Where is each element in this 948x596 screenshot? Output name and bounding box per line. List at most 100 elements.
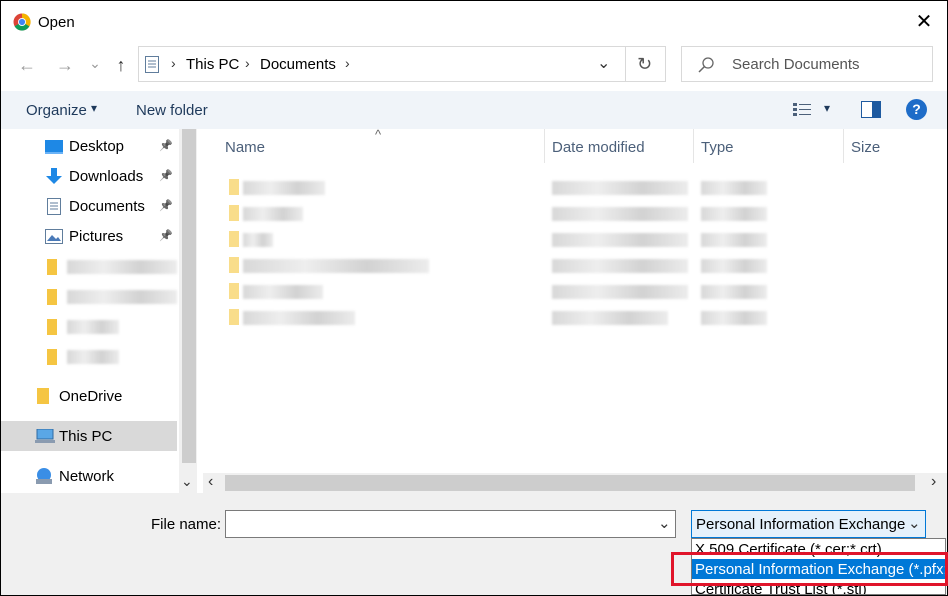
pin-icon[interactable]: 📌 [159, 199, 173, 212]
forward-arrow-icon[interactable]: → [53, 53, 77, 77]
folder-icon [229, 205, 239, 221]
redacted-name [243, 311, 355, 325]
pin-icon[interactable]: 📌 [159, 229, 173, 242]
open-dialog: Open ✕ ← → ⌄ ↑ › This PC › Documents › ⌄… [0, 0, 948, 596]
folder-icon [47, 319, 57, 335]
back-arrow-icon[interactable]: ← [15, 53, 39, 77]
scroll-down-icon[interactable]: ⌄ [181, 473, 193, 490]
document-location-icon [145, 56, 159, 73]
highlight-annotation-box [671, 552, 948, 586]
folder-icon [47, 259, 57, 275]
redacted-date [552, 181, 688, 195]
sidebar-item-label: Network [59, 468, 115, 485]
view-options-icon[interactable] [793, 102, 813, 118]
list-item[interactable] [227, 229, 787, 251]
preview-pane-icon[interactable] [861, 101, 881, 118]
sidebar-item-blurred[interactable] [1, 341, 177, 371]
redacted-label [67, 320, 119, 334]
sidebar-scrollbar-thumb[interactable] [182, 129, 196, 463]
redacted-date [552, 233, 688, 247]
redacted-name [243, 207, 303, 221]
list-item[interactable] [227, 307, 787, 329]
chrome-icon [13, 13, 31, 31]
file-name-label: File name: [151, 516, 222, 533]
sidebar-item-label: Documents [69, 198, 145, 215]
sidebar-item-blurred[interactable] [1, 311, 177, 341]
organize-dropdown-icon[interactable]: ▾ [91, 101, 97, 115]
network-icon [36, 468, 52, 484]
view-dropdown-icon[interactable]: ▾ [824, 101, 830, 115]
column-divider[interactable] [693, 129, 694, 163]
sort-ascending-icon: ^ [375, 127, 382, 142]
redacted-date [552, 207, 688, 221]
column-header-type[interactable]: Type [701, 139, 734, 156]
redacted-name [243, 181, 325, 195]
folder-icon [47, 289, 57, 305]
file-type-selected: Personal Information Exchange [696, 516, 906, 533]
redacted-type [701, 181, 767, 195]
list-item[interactable] [227, 177, 787, 199]
redacted-date [552, 311, 668, 325]
scroll-right-icon[interactable]: › [931, 473, 936, 491]
list-item[interactable] [227, 281, 787, 303]
folder-icon [229, 179, 239, 195]
redacted-type [701, 207, 767, 221]
help-icon[interactable]: ? [906, 99, 927, 120]
sidebar-item-label: Downloads [69, 168, 144, 185]
sidebar-item-onedrive[interactable]: OneDrive [1, 381, 177, 411]
file-type-dropdown-icon[interactable]: ⌄ [908, 514, 921, 532]
search-box[interactable]: Search Documents [681, 46, 933, 82]
sidebar-item-downloads[interactable]: Downloads 📌 [1, 161, 177, 191]
sidebar-item-documents[interactable]: Documents 📌 [1, 191, 177, 221]
column-divider[interactable] [843, 129, 844, 163]
organize-button[interactable]: Organize [26, 102, 87, 119]
folder-icon [229, 231, 239, 247]
file-name-dropdown-icon[interactable]: ⌄ [658, 514, 671, 532]
redacted-type [701, 311, 767, 325]
new-folder-button[interactable]: New folder [136, 102, 208, 119]
sidebar-item-label: Pictures [69, 228, 124, 245]
breadcrumb-separator[interactable]: › [345, 55, 350, 71]
redacted-type [701, 285, 767, 299]
sidebar-item-this-pc[interactable]: This PC [1, 421, 177, 451]
sidebar-item-label: OneDrive [59, 388, 123, 405]
sidebar-item-label: Desktop [69, 138, 125, 155]
file-name-input[interactable]: ⌄ [225, 510, 676, 538]
search-placeholder: Search Documents [732, 56, 860, 73]
breadcrumb-this-pc[interactable]: This PC [186, 56, 239, 73]
address-bar[interactable]: › This PC › Documents › ⌄ [138, 46, 626, 82]
breadcrumb-separator[interactable]: › [245, 55, 250, 71]
breadcrumb-documents[interactable]: Documents [260, 56, 336, 73]
list-item[interactable] [227, 203, 787, 225]
search-icon [698, 57, 714, 73]
redacted-date [552, 285, 688, 299]
address-dropdown-chevron-icon[interactable]: ⌄ [597, 53, 610, 73]
sidebar-item-blurred[interactable] [1, 281, 177, 311]
redacted-label [67, 350, 119, 364]
refresh-button[interactable]: ↻ [626, 46, 666, 82]
desktop-icon [45, 140, 63, 154]
column-header-name[interactable]: Name [225, 139, 265, 156]
redacted-name [243, 233, 273, 247]
breadcrumb-separator[interactable]: › [171, 55, 176, 71]
sidebar-item-pictures[interactable]: Pictures 📌 [1, 221, 177, 251]
sidebar-item-network[interactable]: Network [1, 461, 177, 491]
close-icon[interactable]: ✕ [913, 11, 935, 33]
up-arrow-icon[interactable]: ↑ [109, 53, 133, 77]
column-header-date-modified[interactable]: Date modified [552, 139, 645, 156]
horizontal-scrollbar-thumb[interactable] [225, 475, 915, 491]
sidebar-item-desktop[interactable]: Desktop 📌 [1, 131, 177, 161]
pin-icon[interactable]: 📌 [159, 169, 173, 182]
redacted-date [552, 259, 688, 273]
scroll-left-icon[interactable]: ‹ [208, 473, 213, 491]
recent-locations-chevron-icon[interactable]: ⌄ [85, 51, 105, 75]
file-type-select[interactable]: Personal Information Exchange ⌄ [691, 510, 926, 538]
sidebar-item-blurred[interactable] [1, 251, 177, 281]
list-item[interactable] [227, 255, 787, 277]
column-divider[interactable] [544, 129, 545, 163]
redacted-type [701, 259, 767, 273]
column-header-size[interactable]: Size [851, 139, 880, 156]
pin-icon[interactable]: 📌 [159, 139, 173, 152]
redacted-label [67, 260, 177, 274]
redacted-type [701, 233, 767, 247]
